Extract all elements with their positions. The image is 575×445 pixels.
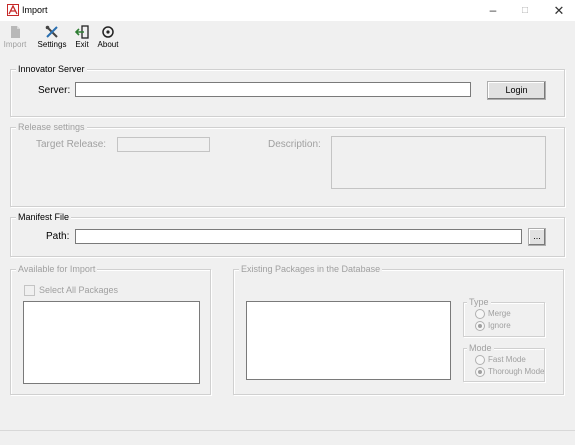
type-group: Type Merge Ignore <box>463 297 545 337</box>
innovator-server-title: Innovator Server <box>16 64 87 74</box>
about-label: About <box>97 40 119 49</box>
thorough-mode-radio[interactable] <box>475 367 485 377</box>
tools-icon <box>45 25 58 38</box>
title-bar: Import – □ ✕ <box>0 0 575 21</box>
manifest-file-group: Manifest File Path: ... <box>10 212 565 257</box>
innovator-server-group: Innovator Server Server: Login <box>10 64 565 117</box>
login-button[interactable]: Login <box>487 81 546 100</box>
target-release-input[interactable] <box>117 137 210 152</box>
import-button[interactable]: Import <box>3 25 27 55</box>
exit-label: Exit <box>75 40 89 49</box>
mode-group: Mode Fast Mode Thorough Mode <box>463 343 545 382</box>
toolbar: Import Settings Exit About <box>0 21 575 57</box>
server-input[interactable] <box>75 82 471 97</box>
target-release-label: Target Release: <box>36 139 107 150</box>
description-textarea[interactable] <box>331 136 546 189</box>
exit-button[interactable]: Exit <box>73 25 91 55</box>
fast-mode-label: Fast Mode <box>488 355 526 364</box>
settings-button[interactable]: Settings <box>36 25 68 55</box>
app-logo-icon <box>7 4 19 16</box>
server-label: Server: <box>38 85 71 96</box>
existing-packages-group: Existing Packages in the Database Type M… <box>233 264 564 395</box>
available-for-import-title: Available for Import <box>16 264 98 274</box>
available-for-import-group: Available for Import Select All Packages <box>10 264 211 395</box>
merge-radio[interactable] <box>475 309 485 319</box>
fast-mode-radio[interactable] <box>475 355 485 365</box>
status-bar <box>0 430 575 445</box>
minimize-button[interactable]: – <box>478 0 508 21</box>
window-title: Import <box>22 5 48 15</box>
existing-packages-list[interactable] <box>246 301 451 380</box>
close-button[interactable]: ✕ <box>544 0 574 21</box>
release-settings-group: Release settings Target Release: Descrip… <box>10 122 565 207</box>
info-icon <box>102 26 114 38</box>
mode-title: Mode <box>467 343 494 353</box>
select-all-label: Select All Packages <box>39 285 119 295</box>
existing-packages-title: Existing Packages in the Database <box>239 264 383 274</box>
maximize-button[interactable]: □ <box>510 0 540 21</box>
manifest-file-title: Manifest File <box>16 212 72 222</box>
description-label: Description: <box>268 139 321 150</box>
select-all-checkbox[interactable] <box>24 285 35 296</box>
path-input[interactable] <box>75 229 522 244</box>
ignore-radio[interactable] <box>475 321 485 331</box>
import-icon <box>11 26 20 38</box>
type-title: Type <box>467 297 491 307</box>
path-label: Path: <box>46 231 70 242</box>
ignore-label: Ignore <box>488 321 511 330</box>
release-settings-title: Release settings <box>16 122 87 132</box>
merge-label: Merge <box>488 309 511 318</box>
import-label: Import <box>3 40 27 49</box>
browse-button[interactable]: ... <box>528 228 546 246</box>
settings-label: Settings <box>37 40 67 49</box>
exit-door-icon <box>75 25 89 39</box>
thorough-mode-label: Thorough Mode <box>488 367 545 376</box>
about-button[interactable]: About <box>95 25 121 55</box>
available-packages-list[interactable] <box>23 301 200 384</box>
